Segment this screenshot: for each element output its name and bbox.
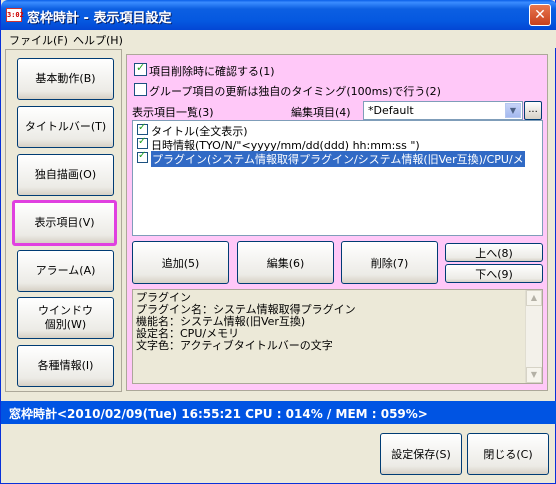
confirm-delete-checkbox[interactable]: [134, 61, 147, 76]
group-update-label: グループ項目の更新は独自のタイミング(100ms)で行う(2): [149, 85, 441, 98]
window-title: 窓枠時計 - 表示項目設定: [27, 11, 172, 26]
title-bar[interactable]: 3:02 窓枠時計 - 表示項目設定 ✕: [1, 0, 556, 30]
save-settings-button[interactable]: 設定保存(S): [380, 433, 462, 475]
scroll-up-icon[interactable]: ▲: [526, 290, 542, 306]
display-items-list[interactable]: タイトル(全文表示) 日時情報(TYO/N/"<yyyy/mm/dd(ddd) …: [132, 120, 543, 236]
menu-file[interactable]: ファイル(F): [9, 32, 68, 48]
clock-app-icon[interactable]: 3:02: [6, 8, 24, 22]
add-item-button[interactable]: 追加(5): [132, 241, 229, 284]
delete-item-button[interactable]: 削除(7): [341, 241, 438, 284]
edit-item-button[interactable]: 編集(6): [237, 241, 334, 284]
item-list-title: 表示項目一覧(3): [132, 106, 214, 119]
status-text: 窓枠時計<2010/02/09(Tue) 16:55:21 CPU : 014%…: [9, 407, 428, 421]
nav-display-items-button[interactable]: 表示項目(V): [12, 200, 117, 246]
list-item[interactable]: プラグイン(システム情報取得プラグイン/システム情報(旧Ver互換)/CPU/メ: [136, 150, 540, 167]
list-item-checkbox[interactable]: [137, 122, 148, 135]
list-item[interactable]: 日時情報(TYO/N/"<yyyy/mm/dd(ddd) hh:mm:ss "): [136, 136, 540, 152]
group-update-checkbox[interactable]: [134, 83, 147, 96]
info-line: 文字色：アクティブタイトルバーの文字: [136, 339, 333, 352]
list-item-checkbox[interactable]: [137, 136, 148, 149]
status-bar: 窓枠時計<2010/02/09(Tue) 16:55:21 CPU : 014%…: [1, 401, 556, 424]
list-item[interactable]: タイトル(全文表示): [136, 122, 540, 138]
list-item-text: プラグイン(システム情報取得プラグイン/システム情報(旧Ver互換)/CPU/メ: [151, 151, 525, 167]
info-scrollbar[interactable]: ▲ ▼: [525, 290, 542, 383]
nav-custom-draw-button[interactable]: 独自描画(O): [17, 154, 114, 196]
nav-window-individual-button[interactable]: ウインドウ 個別(W): [17, 297, 114, 339]
nav-info-button[interactable]: 各種情報(I): [17, 345, 114, 387]
edit-item-select[interactable]: *Default ▼: [363, 101, 523, 120]
list-item-checkbox[interactable]: [137, 150, 148, 163]
chevron-down-icon[interactable]: ▼: [505, 103, 521, 118]
close-button[interactable]: 閉じる(C): [467, 433, 549, 475]
menu-help[interactable]: ヘルプ(H): [73, 32, 123, 48]
close-window-button[interactable]: ✕: [529, 4, 551, 26]
item-info-box: プラグイン プラグイン名：システム情報取得プラグイン 機能名：システム情報(旧V…: [132, 289, 543, 384]
edit-item-more-button[interactable]: ...: [524, 101, 542, 120]
scroll-down-icon[interactable]: ▼: [526, 367, 542, 383]
edit-item-value: *Default: [368, 104, 414, 117]
move-up-button[interactable]: 上へ(8): [445, 243, 543, 262]
settings-window: 3:02 窓枠時計 - 表示項目設定 ✕ ファイル(F) ヘルプ(H) 基本動作…: [0, 0, 556, 484]
nav-titlebar-button[interactable]: タイトルバー(T): [17, 106, 114, 148]
edit-item-label: 編集項目(4): [291, 106, 351, 119]
move-down-button[interactable]: 下へ(9): [445, 264, 543, 283]
nav-basic-button[interactable]: 基本動作(B): [17, 58, 114, 100]
confirm-delete-label: 項目削除時に確認する(1): [149, 65, 275, 78]
menu-bar: ファイル(F) ヘルプ(H): [1, 30, 556, 48]
nav-alarm-button[interactable]: アラーム(A): [17, 250, 114, 292]
